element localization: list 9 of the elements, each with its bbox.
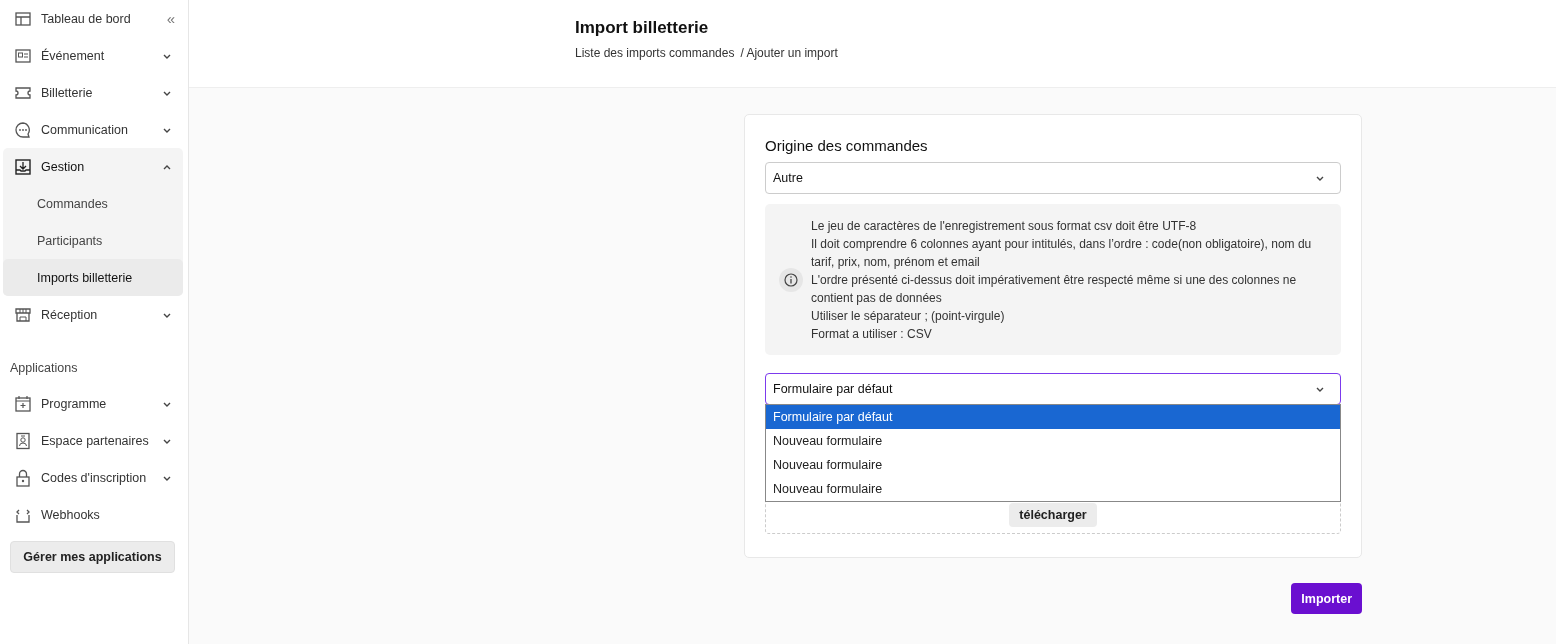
info-text: Le jeu de caractères de l'enregistrement sous format csv doit être UTF-8 bbox=[811, 217, 1198, 235]
section-title: Applications bbox=[10, 361, 79, 377]
field-label: Origine des commandes bbox=[765, 137, 929, 154]
info-text: Il doit comprendre 6 colonnes ayant pour intitulés, dans l’ordre : code(non obligatoire), nom du tarif, prix, nom, prénom et email bbox=[811, 235, 1313, 271]
breadcrumb-item: / Ajouter un import bbox=[740, 46, 838, 60]
page-title: Import billetterie bbox=[575, 18, 710, 38]
info-text: Format a utiliser : CSV bbox=[811, 325, 933, 343]
info-text: L'ordre présenté ci-dessus doit impérativement être respecté même si une des colonnes ne contient pas de données bbox=[811, 271, 1298, 307]
info-text: Utiliser le séparateur ; (point-virgule) bbox=[811, 307, 1006, 325]
